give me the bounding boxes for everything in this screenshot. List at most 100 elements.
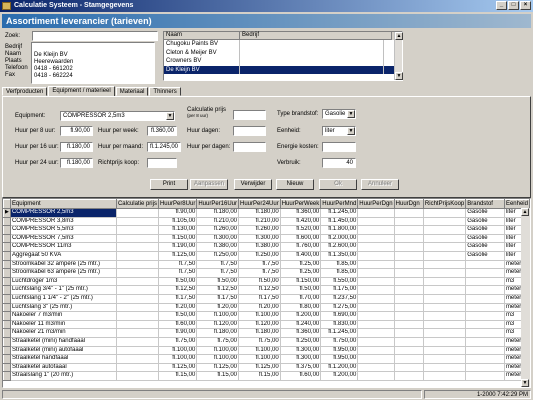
table-cell[interactable]: fl.175,00 [320, 285, 359, 295]
week-field[interactable]: fl.360,00 [147, 126, 177, 136]
grid-scrollbar[interactable]: ▲ ▼ [521, 208, 530, 387]
grid-column-header[interactable]: HuurPerMnd [320, 199, 359, 209]
table-cell[interactable]: fl.300,00 [280, 346, 322, 356]
chevron-down-icon[interactable]: ▼ [166, 112, 174, 120]
grid-column-header[interactable]: HuurPer24Uur [238, 199, 281, 209]
table-cell[interactable] [394, 242, 424, 252]
table-cell[interactable]: Gasolie [465, 225, 505, 235]
tab-verfproducten[interactable]: Verfproducten [2, 87, 48, 96]
table-cell[interactable]: fl.50,00 [196, 277, 240, 287]
table-cell[interactable] [116, 208, 159, 218]
table-row[interactable]: Nakoeler 11 m3/min fl.60,00 fl.120,00 fl.12… [3, 319, 530, 330]
table-cell[interactable] [465, 285, 505, 295]
table-cell[interactable] [394, 363, 424, 373]
table-row[interactable]: Stroomkabel 63 ampère (25 mtr.) fl.7,50 fl… [3, 268, 530, 278]
table-cell[interactable] [394, 354, 424, 364]
table-cell[interactable]: fl.1.800,00 [320, 225, 359, 235]
table-cell[interactable]: Gasolie [465, 234, 505, 244]
table-cell[interactable] [116, 346, 159, 356]
table-cell[interactable]: fl.1.200,00 [320, 363, 359, 373]
table-cell[interactable] [357, 260, 395, 270]
table-cell[interactable] [423, 303, 467, 313]
table-cell[interactable] [394, 285, 424, 295]
table-cell[interactable]: fl.1.245,00 [320, 328, 359, 338]
table-cell[interactable]: Straalketel (mini) autofaaal [10, 346, 117, 356]
table-cell[interactable]: fl.15,00 [238, 371, 281, 381]
table-cell[interactable]: fl.50,00 [280, 285, 322, 295]
table-cell[interactable]: fl.12,50 [196, 285, 240, 295]
table-row[interactable]: Stroomkabel 32 ampère (25 mtr.) fl.7,50 fl… [3, 259, 530, 270]
table-cell[interactable] [423, 285, 467, 295]
table-cell[interactable]: fl.240,00 [280, 320, 322, 330]
table-cell[interactable]: fl.20,00 [238, 303, 281, 313]
table-row[interactable]: Straalketel (mini) autofaaal fl.100,00 fl.… [3, 345, 530, 356]
grid-column-header[interactable]: Calculatie prijs [115, 199, 159, 209]
table-cell[interactable] [116, 363, 159, 373]
table-cell[interactable]: Nakoeler 21 m3/min [10, 328, 117, 338]
table-cell[interactable]: fl.180,00 [238, 328, 281, 338]
supplier-list-scrollbar[interactable]: ▲ ▼ [394, 32, 403, 80]
table-cell[interactable]: fl.275,00 [320, 303, 359, 313]
table-row[interactable]: COMPRESSOR 7,5m3 fl.150,00 fl.300,00 fl.300… [3, 233, 530, 244]
table-cell[interactable]: fl.7,50 [238, 268, 281, 278]
table-cell[interactable] [116, 354, 159, 364]
table-cell[interactable] [423, 371, 467, 381]
table-cell[interactable]: fl.100,00 [196, 354, 240, 364]
maximize-button[interactable]: □ [508, 1, 519, 10]
grid-column-header[interactable]: Equipment [9, 199, 117, 209]
equipment-grid[interactable]: Equipment Calculatie prijs HuurPer8Uur Huur… [2, 198, 531, 388]
tab-materiaal[interactable]: Materiaal [115, 87, 149, 96]
table-cell[interactable] [465, 354, 505, 364]
grid-column-header[interactable]: RichtPrijsKoop [422, 199, 467, 209]
table-cell[interactable] [394, 260, 424, 270]
table-cell[interactable] [423, 328, 467, 338]
window-title-bar[interactable]: Calculatie Systeem - Stamgegevens _ □ × [0, 0, 533, 12]
table-cell[interactable]: fl.690,00 [320, 311, 359, 321]
nieuw-button[interactable]: Nieuw [276, 179, 314, 190]
table-cell[interactable] [465, 311, 505, 321]
grid-column-header[interactable]: HuurPerWeek [279, 199, 322, 209]
table-cell[interactable]: fl.750,00 [320, 337, 359, 347]
table-cell[interactable]: fl.210,00 [238, 217, 281, 227]
table-row[interactable]: Luchtslang 1 1/4" - 2" (25 mtr.) fl.17,50… [3, 293, 530, 304]
grid-column-header[interactable]: HuurPer8Uur [157, 199, 198, 209]
grid-column-header[interactable]: Brandstof [465, 199, 505, 209]
table-cell[interactable] [423, 346, 467, 356]
table-cell[interactable] [116, 217, 159, 227]
table-cell[interactable]: fl.17,50 [158, 294, 198, 304]
table-cell[interactable]: fl.70,00 [280, 294, 322, 304]
table-cell[interactable] [357, 371, 395, 381]
table-cell[interactable]: fl.90,00 [158, 328, 198, 338]
table-cell[interactable]: fl.1.245,00 [320, 208, 359, 218]
scroll-down-icon[interactable]: ▼ [395, 72, 403, 80]
table-cell[interactable] [423, 311, 467, 321]
chevron-down-icon[interactable]: ▼ [347, 110, 355, 118]
table-cell[interactable]: fl.75,00 [196, 337, 240, 347]
table-cell[interactable] [357, 328, 395, 338]
search-input[interactable] [32, 31, 158, 41]
huur16-field[interactable]: fl.180,00 [60, 142, 93, 152]
scroll-up-icon[interactable]: ▲ [395, 32, 403, 40]
row-selector[interactable] [3, 354, 11, 364]
table-cell[interactable] [423, 337, 467, 347]
dagen-field[interactable] [233, 126, 266, 136]
table-cell[interactable] [357, 277, 395, 287]
row-selector[interactable] [3, 336, 11, 347]
verwijder-button[interactable]: Verwijder [234, 179, 272, 190]
table-cell[interactable] [394, 337, 424, 347]
table-cell[interactable] [357, 242, 395, 252]
table-cell[interactable] [394, 346, 424, 356]
table-cell[interactable] [357, 268, 395, 278]
table-cell[interactable]: fl.2.600,00 [320, 242, 359, 252]
row-selector[interactable] [3, 225, 11, 235]
table-row[interactable]: Aggregaat 50 KVA fl.125,00 fl.250,00 fl.250… [3, 250, 530, 261]
table-cell[interactable]: fl.250,00 [238, 251, 281, 261]
row-selector[interactable] [3, 285, 11, 295]
scroll-up-icon[interactable]: ▲ [521, 208, 529, 216]
table-cell[interactable]: fl.7,50 [196, 268, 240, 278]
table-cell[interactable]: fl.150,00 [158, 234, 198, 244]
table-cell[interactable] [116, 260, 159, 270]
table-cell[interactable] [465, 277, 505, 287]
tab-equipment-materieel[interactable]: Equipment / materieel [48, 86, 115, 96]
row-selector[interactable] [3, 328, 11, 338]
